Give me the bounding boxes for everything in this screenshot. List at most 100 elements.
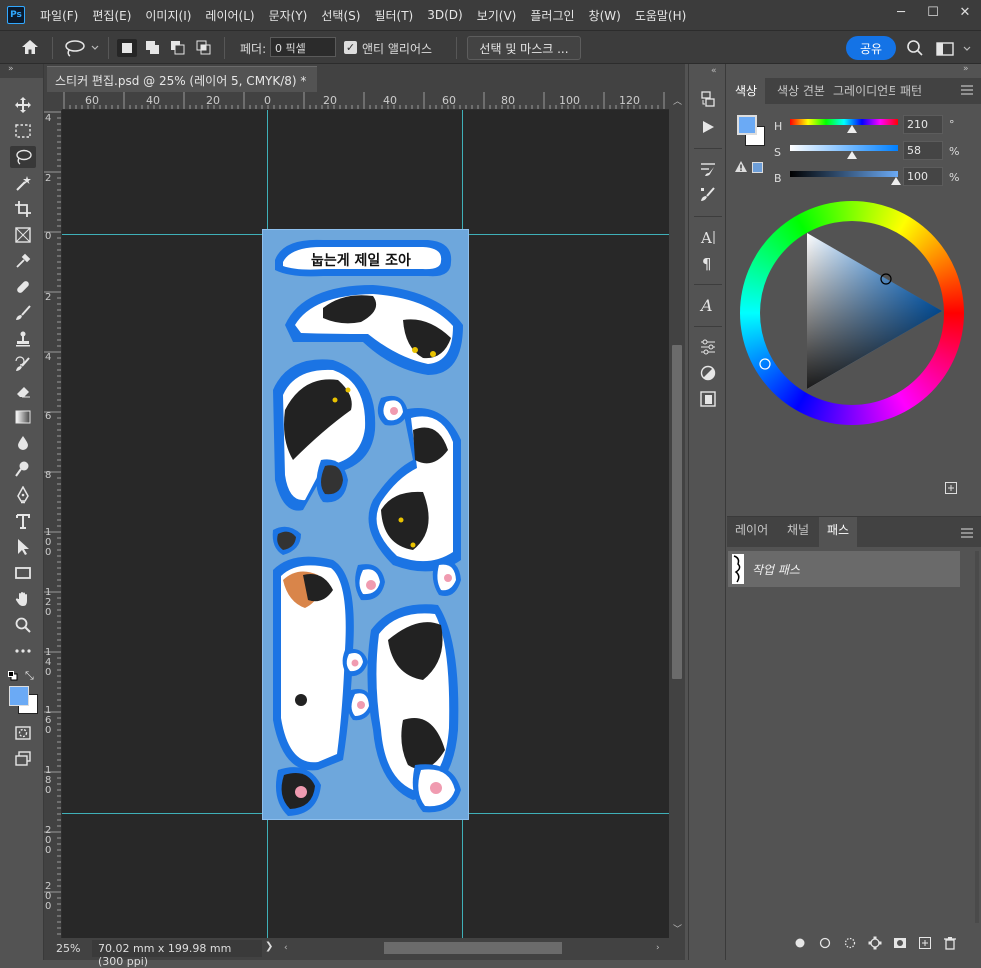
load-selection-button[interactable] [843,936,857,954]
hue-slider[interactable] [790,119,898,125]
properties-panel-button[interactable] [696,336,720,358]
dodge-tool[interactable] [10,458,36,480]
out-of-gamut-warning-icon[interactable] [735,161,747,175]
new-selection-button[interactable] [117,39,137,57]
work-path-row[interactable]: 작업 패스 [728,551,960,587]
saturation-slider[interactable] [790,145,898,151]
panel-menu-button[interactable] [961,84,973,98]
history-brush-tool[interactable] [10,354,36,376]
quick-mask-button[interactable] [10,722,36,744]
subtract-selection-button[interactable] [168,39,188,57]
tab-channels[interactable]: 채널 [779,517,817,543]
menu-edit[interactable]: 편집(E) [85,7,138,24]
brightness-slider-thumb[interactable] [891,177,901,185]
tab-swatches[interactable]: 색상 견본 [769,78,833,104]
clone-stamp-tool[interactable] [10,328,36,350]
path-selection-tool[interactable] [10,536,36,558]
maximize-button[interactable]: ☐ [917,0,949,24]
menu-window[interactable]: 창(W) [582,7,628,24]
horizontal-scroll-thumb[interactable] [384,942,562,954]
hand-tool[interactable] [10,588,36,610]
tools-collapse-handle[interactable]: » [0,64,43,78]
menu-help[interactable]: 도움말(H) [628,7,694,24]
color-foreground-swatch[interactable] [737,115,757,135]
paths-scrollbar[interactable] [975,551,979,923]
frame-tool[interactable] [10,224,36,246]
tab-patterns[interactable]: 패턴 [892,78,930,104]
paths-panel-menu-button[interactable] [961,527,973,541]
zoom-level[interactable]: 25% [56,942,80,955]
status-menu-arrow[interactable]: ❯ [265,941,273,952]
menu-layer[interactable]: 레이어(L) [198,7,261,24]
lasso-tool-preset-picker[interactable] [62,37,102,59]
fill-path-button[interactable] [793,936,807,954]
scroll-left-arrow-icon[interactable]: ‹ [284,943,288,953]
feather-input[interactable]: 0 픽셀 [270,37,336,57]
strip-collapse-handle[interactable]: « [711,66,717,76]
marquee-tool[interactable] [10,120,36,142]
brightness-slider[interactable] [790,171,898,177]
document-tab[interactable]: 스티커 편집.psd @ 25% (레이어 5, CMYK/8) * × [47,66,317,103]
paragraph-panel-button[interactable]: ¶ [696,252,720,274]
select-and-mask-button[interactable]: 선택 및 마스크 ... [467,36,581,60]
healing-brush-tool[interactable] [10,276,36,298]
menu-3d[interactable]: 3D(D) [420,8,469,22]
scroll-down-arrow-icon[interactable]: ﹀ [673,922,682,935]
edit-toolbar-button[interactable] [10,640,36,662]
document-canvas[interactable]: 눕는게 제일 조아 [262,229,469,820]
menu-type[interactable]: 문자(Y) [262,7,315,24]
menu-view[interactable]: 보기(V) [470,7,524,24]
hue-slider-thumb[interactable] [847,125,857,133]
hue-input[interactable]: 210 [903,115,943,134]
close-button[interactable]: ✕ [949,0,981,24]
history-panel-button[interactable] [696,88,720,110]
libraries-panel-button[interactable] [696,388,720,410]
menu-select[interactable]: 선택(S) [314,7,367,24]
add-to-swatches-button[interactable] [945,482,957,497]
share-button[interactable]: 공유 [846,36,896,60]
screen-mode-button[interactable] [10,748,36,770]
saturation-input[interactable]: 58 [903,141,943,160]
stroke-path-button[interactable] [818,936,832,954]
tab-color[interactable]: 색상 [727,78,766,104]
antialias-checkbox[interactable]: ✓ [344,41,357,54]
gradient-tool[interactable] [10,406,36,428]
crop-tool[interactable] [10,198,36,220]
actions-panel-button[interactable] [696,116,720,138]
intersect-selection-button[interactable] [194,39,214,57]
tab-paths[interactable]: 패스 [819,517,858,547]
brightness-input[interactable]: 100 [903,167,943,186]
menu-image[interactable]: 이미지(I) [138,7,198,24]
brushes-panel-button[interactable] [696,184,720,206]
pen-tool[interactable] [10,484,36,506]
brush-tool[interactable] [10,302,36,324]
swap-colors-icon[interactable]: ⤡ [25,669,34,683]
tab-layers[interactable]: 레이어 [727,517,776,543]
search-button[interactable] [906,39,924,60]
blur-tool[interactable] [10,432,36,454]
workspace-button[interactable] [934,39,974,60]
lasso-tool[interactable] [10,146,36,168]
type-tool[interactable] [10,510,36,532]
foreground-color-swatch[interactable] [9,686,29,706]
saturation-slider-thumb[interactable] [847,151,857,159]
menu-filter[interactable]: 필터(T) [367,7,420,24]
tab-gradients[interactable]: 그레이디언트 [825,78,895,104]
brush-settings-button[interactable] [696,158,720,180]
new-path-button[interactable] [918,936,932,954]
vertical-scrollbar[interactable]: ︿ ﹀ [669,92,685,938]
home-button[interactable] [20,38,44,58]
color-triangle[interactable] [740,201,964,425]
delete-path-button[interactable] [943,936,957,954]
add-selection-button[interactable] [143,39,163,57]
default-colors-button[interactable] [8,670,18,681]
canvas-area[interactable]: 눕는게 제일 조아 [62,110,669,938]
minimize-button[interactable]: ─ [885,0,917,24]
add-mask-button[interactable] [893,936,907,954]
vertical-scroll-thumb[interactable] [672,345,682,679]
menu-file[interactable]: 파일(F) [33,7,85,24]
character-panel-button[interactable]: A [696,226,720,248]
scroll-right-arrow-icon[interactable]: › [656,943,660,953]
menu-plugins[interactable]: 플러그인 [523,7,581,24]
adjustments-panel-button[interactable] [696,362,720,384]
